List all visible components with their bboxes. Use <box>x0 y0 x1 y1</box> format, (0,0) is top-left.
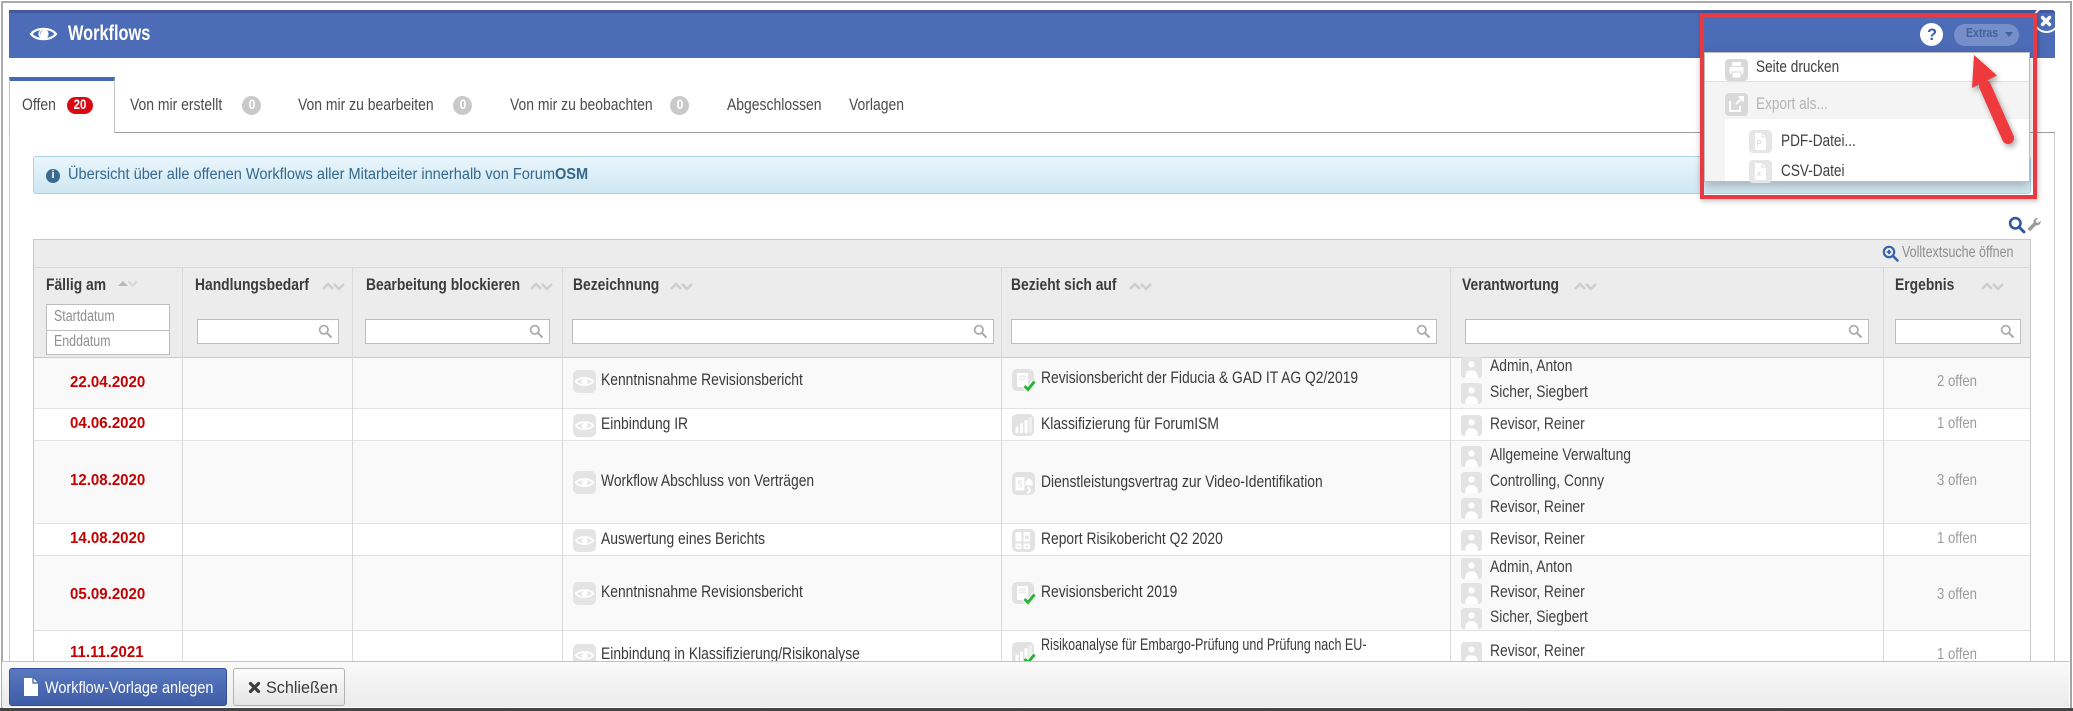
svg-text:§: § <box>1018 479 1023 489</box>
